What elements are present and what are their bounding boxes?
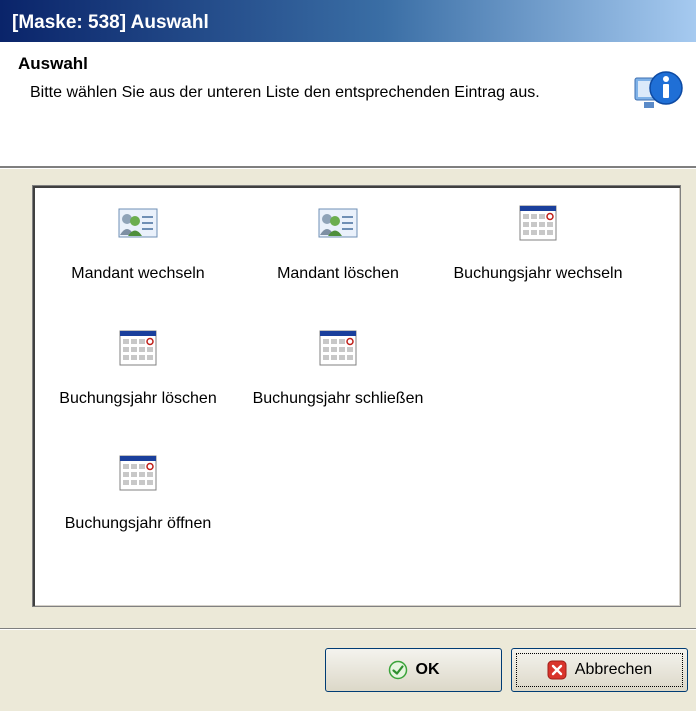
list-item-buchungsjahr-schliessen[interactable]: Buchungsjahr schließen [238, 328, 438, 410]
item-label: Buchungsjahr löschen [59, 390, 217, 407]
item-label: Buchungsjahr öffnen [64, 515, 212, 532]
list-item-buchungsjahr-loeschen[interactable]: Buchungsjahr löschen [38, 328, 238, 410]
header-title: Auswahl [18, 54, 88, 73]
users-card-icon [318, 208, 358, 238]
users-card-icon [118, 208, 158, 238]
window-titlebar[interactable]: [Maske: 538] Auswahl [0, 0, 696, 42]
item-label: Buchungsjahr schließen [252, 390, 424, 407]
info-icon [634, 71, 683, 108]
checkmark-icon [388, 660, 407, 680]
list-item-buchungsjahr-wechseln[interactable]: Buchungsjahr wechseln [438, 203, 638, 285]
calendar-icon [119, 455, 157, 491]
footer-divider-highlight [0, 629, 696, 630]
item-label: Buchungsjahr wechseln [453, 265, 623, 282]
selection-list[interactable]: Mandant wechseln Mandant löschen Buchung… [32, 185, 681, 607]
ok-button-label: OK [415, 661, 440, 678]
dialog-header: Auswahl Bitte wählen Sie aus der unteren… [0, 42, 696, 168]
item-label: Mandant löschen [277, 265, 399, 282]
item-label: Mandant wechseln [71, 265, 205, 282]
list-item-mandant-wechseln[interactable]: Mandant wechseln [38, 203, 238, 285]
window-title: [Maske: 538] Auswahl [12, 12, 209, 33]
header-description: Bitte wählen Sie aus der unteren Liste d… [30, 84, 540, 101]
list-item-mandant-loeschen[interactable]: Mandant löschen [238, 203, 438, 285]
cancel-button-label: Abbrechen [574, 661, 653, 678]
ok-button[interactable]: OK [325, 648, 502, 692]
header-divider [0, 168, 696, 169]
cancel-button[interactable]: Abbrechen [511, 648, 688, 692]
calendar-icon [319, 330, 357, 366]
close-icon [547, 660, 567, 680]
calendar-icon [119, 330, 157, 366]
calendar-icon [519, 205, 557, 241]
list-item-buchungsjahr-oeffnen[interactable]: Buchungsjahr öffnen [38, 453, 238, 535]
